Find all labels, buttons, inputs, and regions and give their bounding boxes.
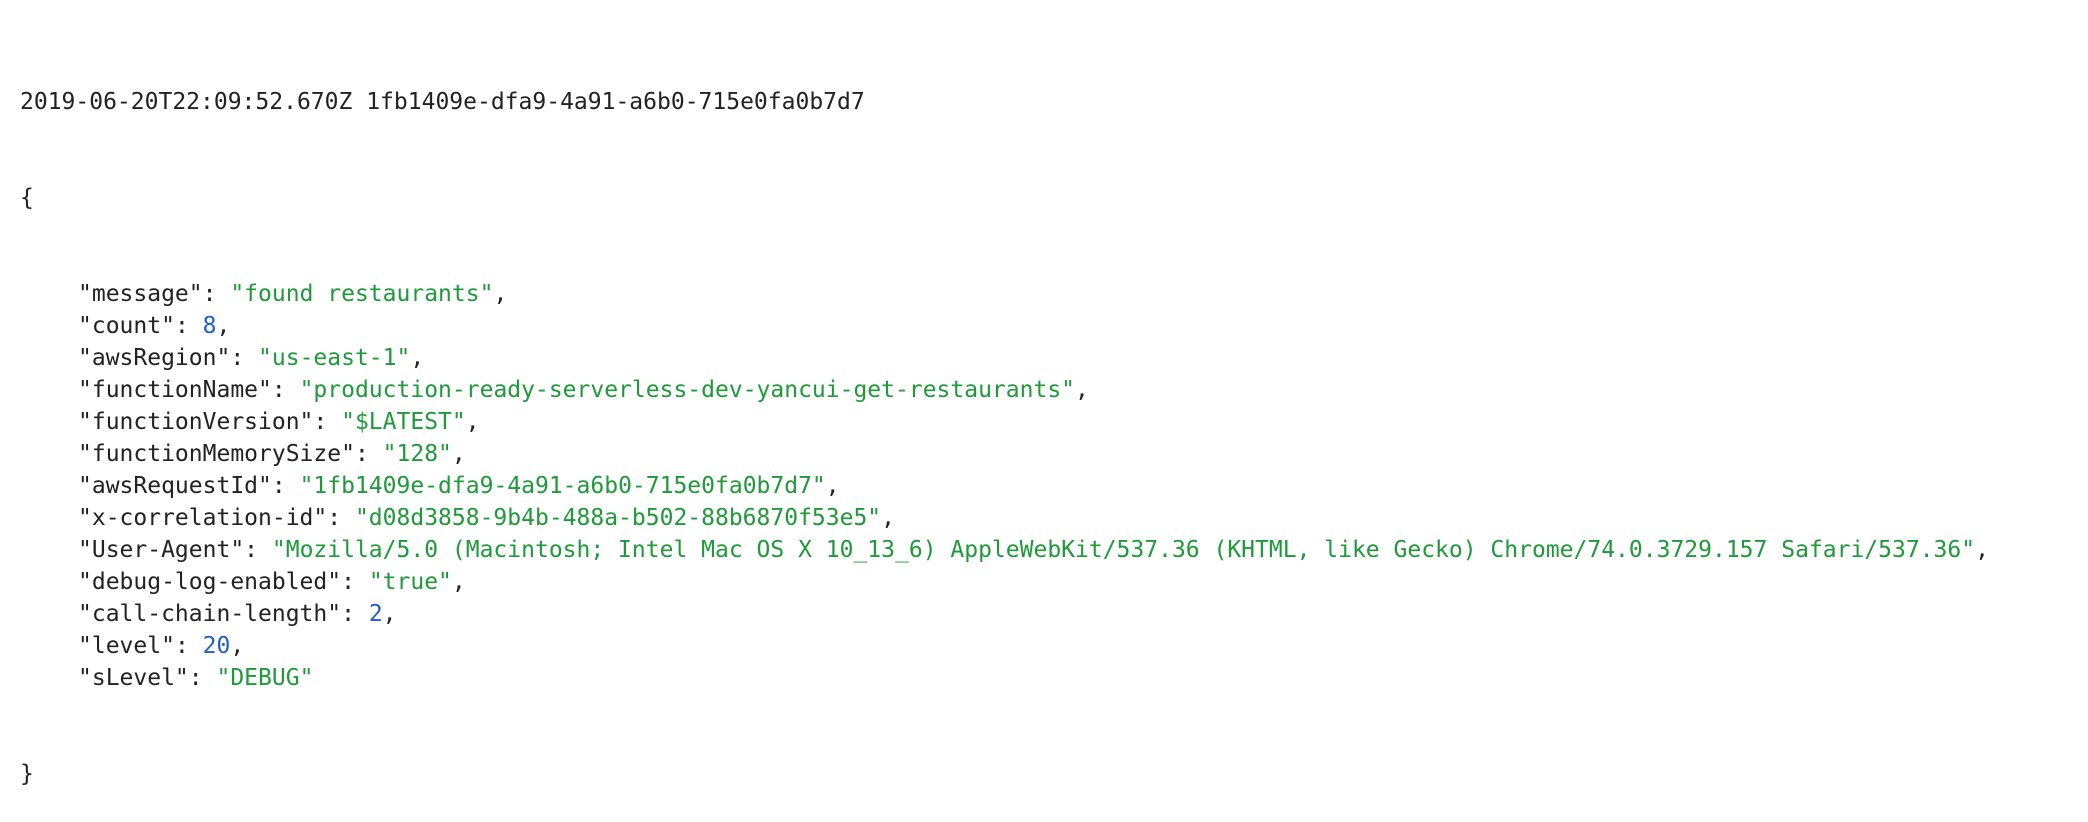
json-key: "level" — [78, 633, 175, 659]
json-field-line: "call-chain-length": 2, — [20, 598, 1989, 630]
json-colon: : — [174, 313, 203, 339]
json-comma: , — [1075, 377, 1089, 403]
log-request-id: 1fb1409e-dfa9-4a91-a6b0-715e0fa0b7d7 — [366, 89, 865, 115]
json-field-line: "functionMemorySize": "128", — [20, 438, 1989, 470]
log-entry: 2019-06-20T22:09:52.670Z 1fb1409e-dfa9-4… — [20, 22, 1989, 822]
json-open-brace: { — [20, 185, 34, 211]
json-key: "functionMemorySize" — [78, 441, 355, 467]
json-string-value: "Mozilla/5.0 (Macintosh; Intel Mac OS X … — [271, 537, 1976, 563]
json-colon: : — [313, 409, 342, 435]
json-colon: : — [271, 473, 300, 499]
json-field-line: "awsRegion": "us-east-1", — [20, 342, 1989, 374]
json-field-line: "x-correlation-id": "d08d3858-9b4b-488a-… — [20, 502, 1989, 534]
json-key: "call-chain-length" — [78, 601, 342, 627]
json-key: "functionName" — [78, 377, 272, 403]
json-colon: : — [341, 569, 369, 595]
json-key: "sLevel" — [78, 665, 189, 691]
json-string-value: "production-ready-serverless-dev-yancui-… — [299, 377, 1076, 403]
json-comma: , — [382, 601, 397, 627]
json-string-value: "true" — [368, 569, 452, 595]
json-colon: : — [174, 633, 203, 659]
json-field-line: "level": 20, — [20, 630, 1989, 662]
json-field-line: "functionVersion": "$LATEST", — [20, 406, 1989, 438]
log-timestamp: 2019-06-20T22:09:52.670Z — [20, 89, 353, 115]
json-field-line: "debug-log-enabled": "true", — [20, 566, 1989, 598]
json-colon: : — [341, 601, 369, 627]
json-colon: : — [271, 377, 300, 403]
json-field-line: "awsRequestId": "1fb1409e-dfa9-4a91-a6b0… — [20, 470, 1989, 502]
json-field-line: "message": "found restaurants", — [20, 278, 1989, 310]
json-colon: : — [354, 441, 383, 467]
json-string-value: "128" — [382, 441, 452, 467]
json-string-value: "$LATEST" — [341, 409, 466, 435]
json-comma: , — [216, 313, 231, 339]
json-fields: "message": "found restaurants", "count": … — [20, 278, 1989, 694]
json-colon: : — [327, 505, 355, 531]
json-colon: : — [188, 665, 217, 691]
json-number-value: 8 — [202, 313, 217, 339]
json-colon: : — [230, 345, 259, 371]
json-comma: , — [881, 505, 896, 531]
log-header: 2019-06-20T22:09:52.670Z 1fb1409e-dfa9-4… — [20, 86, 1989, 118]
json-key: "count" — [78, 313, 175, 339]
json-string-value: "1fb1409e-dfa9-4a91-a6b0-715e0fa0b7d7" — [299, 473, 826, 499]
json-comma: , — [493, 281, 508, 307]
json-field-line: "User-Agent": "Mozilla/5.0 (Macintosh; I… — [20, 534, 1989, 566]
json-key: "User-Agent" — [78, 537, 245, 563]
json-string-value: "d08d3858-9b4b-488a-b502-88b6870f53e5" — [354, 505, 882, 531]
json-field-line: "count": 8, — [20, 310, 1989, 342]
json-key: "x-correlation-id" — [78, 505, 328, 531]
json-comma: , — [451, 441, 466, 467]
json-comma: , — [825, 473, 840, 499]
json-number-value: 20 — [202, 633, 231, 659]
json-comma: , — [465, 409, 480, 435]
json-close-brace: } — [20, 761, 34, 787]
json-key: "debug-log-enabled" — [78, 569, 342, 595]
json-comma: , — [410, 345, 425, 371]
json-colon: : — [244, 537, 272, 563]
json-comma: , — [1975, 537, 1989, 563]
json-string-value: "found restaurants" — [230, 281, 494, 307]
json-comma: , — [230, 633, 245, 659]
json-key: "functionVersion" — [78, 409, 314, 435]
json-number-value: 2 — [368, 601, 383, 627]
json-colon: : — [202, 281, 231, 307]
json-comma: , — [451, 569, 466, 595]
json-key: "awsRegion" — [78, 345, 231, 371]
json-key: "message" — [78, 281, 203, 307]
json-string-value: "DEBUG" — [216, 665, 314, 691]
json-field-line: "sLevel": "DEBUG" — [20, 662, 1989, 694]
json-key: "awsRequestId" — [78, 473, 272, 499]
json-field-line: "functionName": "production-ready-server… — [20, 374, 1989, 406]
json-string-value: "us-east-1" — [258, 345, 411, 371]
